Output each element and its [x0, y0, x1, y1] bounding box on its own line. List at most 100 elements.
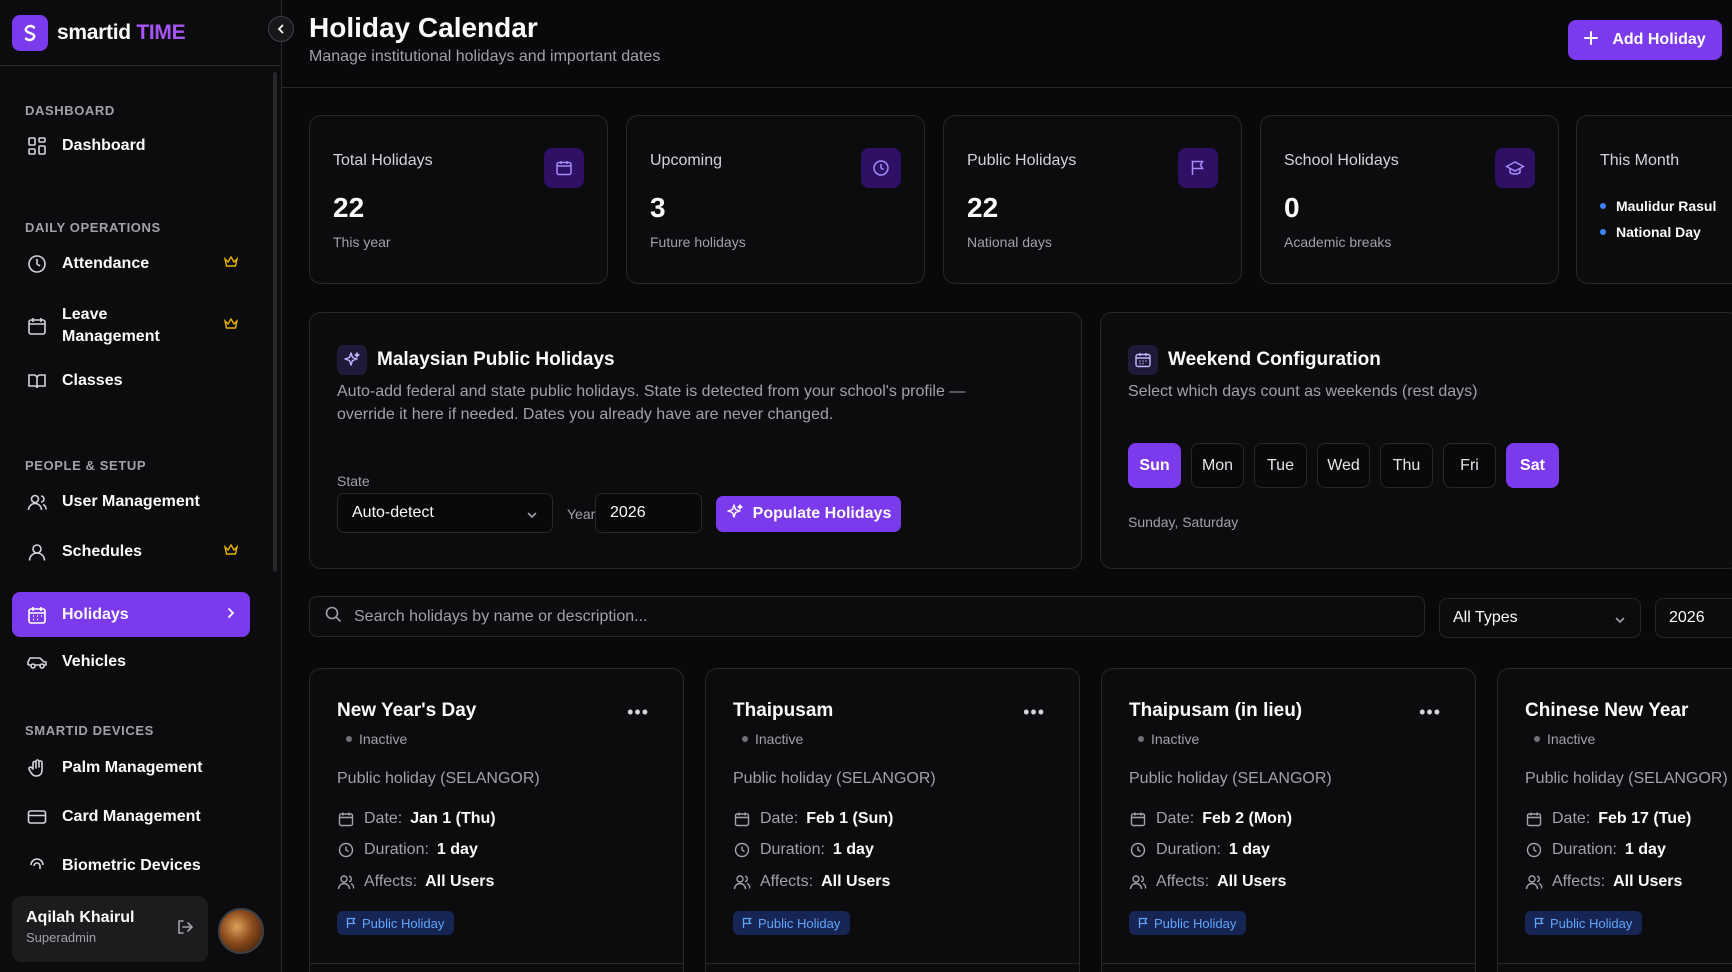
- section-dashboard: DASHBOARD: [25, 103, 115, 118]
- more-options-icon[interactable]: •••: [627, 702, 649, 723]
- date-label: Date:: [1552, 810, 1591, 827]
- plus-icon: [1584, 30, 1599, 50]
- stat-value: 0: [1284, 192, 1300, 223]
- holiday-type-text: Public Holiday: [1550, 915, 1633, 931]
- affects-value: All Users: [1217, 873, 1287, 890]
- chevron-left-icon: [277, 24, 284, 34]
- stat-sub: Future holidays: [650, 234, 746, 250]
- card-icon: [26, 806, 48, 828]
- year-filter-value: 2026: [1669, 609, 1705, 626]
- day-toggle-wed[interactable]: Wed: [1317, 443, 1370, 488]
- sidebar-nav: DASHBOARD Dashboard DAILY OPERATIONS Att…: [0, 66, 281, 880]
- holiday-card[interactable]: Thaipusam (in lieu) ••• Inactive Public hol…: [1101, 668, 1476, 972]
- weekend-day-toggles: Sun Mon Tue Wed Thu Fri Sat: [1128, 443, 1569, 488]
- day-toggle-fri[interactable]: Fri: [1443, 443, 1496, 488]
- calendar-icon: [733, 810, 751, 828]
- stat-value: 22: [967, 192, 999, 223]
- this-month-list: Maulidur Rasul National Day: [1600, 198, 1732, 240]
- panel-title: Weekend Configuration: [1128, 345, 1381, 375]
- crown-icon: [223, 317, 239, 335]
- sidebar-item-card-management[interactable]: Card Management: [12, 799, 250, 835]
- holiday-type-badge: Public Holiday: [733, 911, 851, 935]
- year-label: Year: [567, 506, 596, 522]
- status-badge: Inactive: [1534, 731, 1595, 747]
- sidebar-item-biometric-devices[interactable]: Biometric Devices: [12, 848, 250, 880]
- brand-name-part2: TIME: [136, 20, 186, 44]
- calendar-icon: [26, 604, 48, 626]
- sidebar-item-attendance[interactable]: Attendance: [12, 246, 250, 282]
- holiday-card[interactable]: Thaipusam ••• Inactive Public holiday (SELA…: [705, 668, 1080, 972]
- holiday-duration-row: Duration: 1 day: [1129, 841, 1270, 859]
- car-icon: [26, 651, 48, 673]
- holiday-duration-row: Duration: 1 day: [1525, 841, 1666, 859]
- affects-label: Affects:: [1552, 873, 1606, 890]
- sidebar-scrollbar[interactable]: [273, 72, 277, 572]
- avatar[interactable]: [218, 908, 264, 954]
- holiday-card[interactable]: New Year's Day ••• Inactive Public holiday …: [309, 668, 684, 972]
- flag-icon: [741, 917, 753, 929]
- add-holiday-button[interactable]: Add Holiday: [1568, 20, 1722, 60]
- holiday-duration-row: Duration: 1 day: [337, 841, 478, 859]
- page-subtitle: Manage institutional holidays and import…: [309, 48, 661, 65]
- users-icon: [1525, 873, 1543, 891]
- status-text: Inactive: [755, 731, 804, 747]
- flag-icon: [1178, 148, 1218, 188]
- user-card[interactable]: Aqilah Khairul Superadmin: [12, 896, 208, 962]
- section-people-setup: PEOPLE & SETUP: [25, 458, 147, 473]
- stat-sub: This year: [333, 234, 391, 250]
- state-label: State: [337, 473, 370, 489]
- year-filter-select[interactable]: 2026: [1655, 598, 1732, 638]
- day-toggle-mon[interactable]: Mon: [1191, 443, 1244, 488]
- clock-icon: [1129, 841, 1147, 859]
- grid-icon: [26, 135, 48, 157]
- logout-icon[interactable]: [176, 918, 194, 941]
- sidebar-item-palm-management[interactable]: Palm Management: [12, 750, 250, 786]
- holiday-date-row: Date: Feb 1 (Sun): [733, 810, 893, 828]
- holiday-name: Thaipusam: [733, 700, 834, 721]
- holiday-card[interactable]: Chinese New Year•••InactivePublic holida…: [1497, 668, 1732, 972]
- palm-icon: [26, 757, 48, 779]
- holiday-affects-row: Affects: All Users: [733, 873, 890, 891]
- holiday-affects-row: Affects: All Users: [337, 873, 494, 891]
- date-value: Feb 2 (Mon): [1202, 810, 1293, 827]
- day-toggle-thu[interactable]: Thu: [1380, 443, 1433, 488]
- holiday-type-text: Public Holiday: [1154, 915, 1237, 931]
- holiday-date-row: Date: Feb 2 (Mon): [1129, 810, 1292, 828]
- search-input[interactable]: [354, 607, 1354, 626]
- collapse-sidebar-button[interactable]: [268, 16, 294, 42]
- sidebar-item-dashboard[interactable]: Dashboard: [12, 128, 250, 164]
- users-icon: [26, 491, 48, 513]
- sidebar-item-holidays[interactable]: Holidays: [12, 592, 250, 637]
- more-options-icon[interactable]: •••: [1023, 702, 1045, 723]
- state-select[interactable]: Auto-detect: [337, 493, 553, 533]
- clock-icon: [1525, 841, 1543, 859]
- holiday-description: Public holiday (SELANGOR): [1129, 770, 1332, 787]
- sidebar-item-schedules[interactable]: Schedules: [12, 534, 250, 570]
- fingerprint-icon: [26, 855, 48, 877]
- status-badge: Inactive: [1138, 731, 1199, 747]
- day-toggle-sun[interactable]: Sun: [1128, 443, 1181, 488]
- date-value: Feb 1 (Sun): [806, 810, 894, 827]
- day-toggle-tue[interactable]: Tue: [1254, 443, 1307, 488]
- sidebar-item-label: Biometric Devices: [62, 857, 201, 874]
- sidebar-item-leave-management[interactable]: Leave Management: [12, 302, 250, 350]
- sidebar-item-label: Palm Management: [62, 759, 203, 776]
- day-toggle-sat[interactable]: Sat: [1506, 443, 1559, 488]
- list-item: Maulidur Rasul: [1600, 198, 1732, 214]
- brand-logo-icon: [12, 14, 48, 51]
- state-select-value: Auto-detect: [352, 504, 434, 521]
- weekend-selected-text: Sunday, Saturday: [1128, 514, 1239, 530]
- calendar-icon: [1525, 810, 1543, 828]
- holiday-affects-row: Affects: All Users: [1129, 873, 1286, 891]
- populate-holidays-button[interactable]: Populate Holidays: [716, 496, 901, 532]
- year-input[interactable]: 2026: [595, 493, 702, 533]
- sidebar-item-classes[interactable]: Classes: [12, 363, 250, 399]
- more-options-icon[interactable]: •••: [1419, 702, 1441, 723]
- sidebar-item-vehicles[interactable]: Vehicles: [12, 644, 250, 680]
- panel-title-text: Weekend Configuration: [1168, 349, 1381, 370]
- date-value: Jan 1 (Thu): [410, 810, 496, 827]
- affects-value: All Users: [425, 873, 495, 890]
- sidebar-item-user-management[interactable]: User Management: [12, 484, 250, 520]
- holiday-name: Chinese New Year: [1525, 700, 1689, 721]
- type-filter-select[interactable]: All Types: [1439, 598, 1641, 638]
